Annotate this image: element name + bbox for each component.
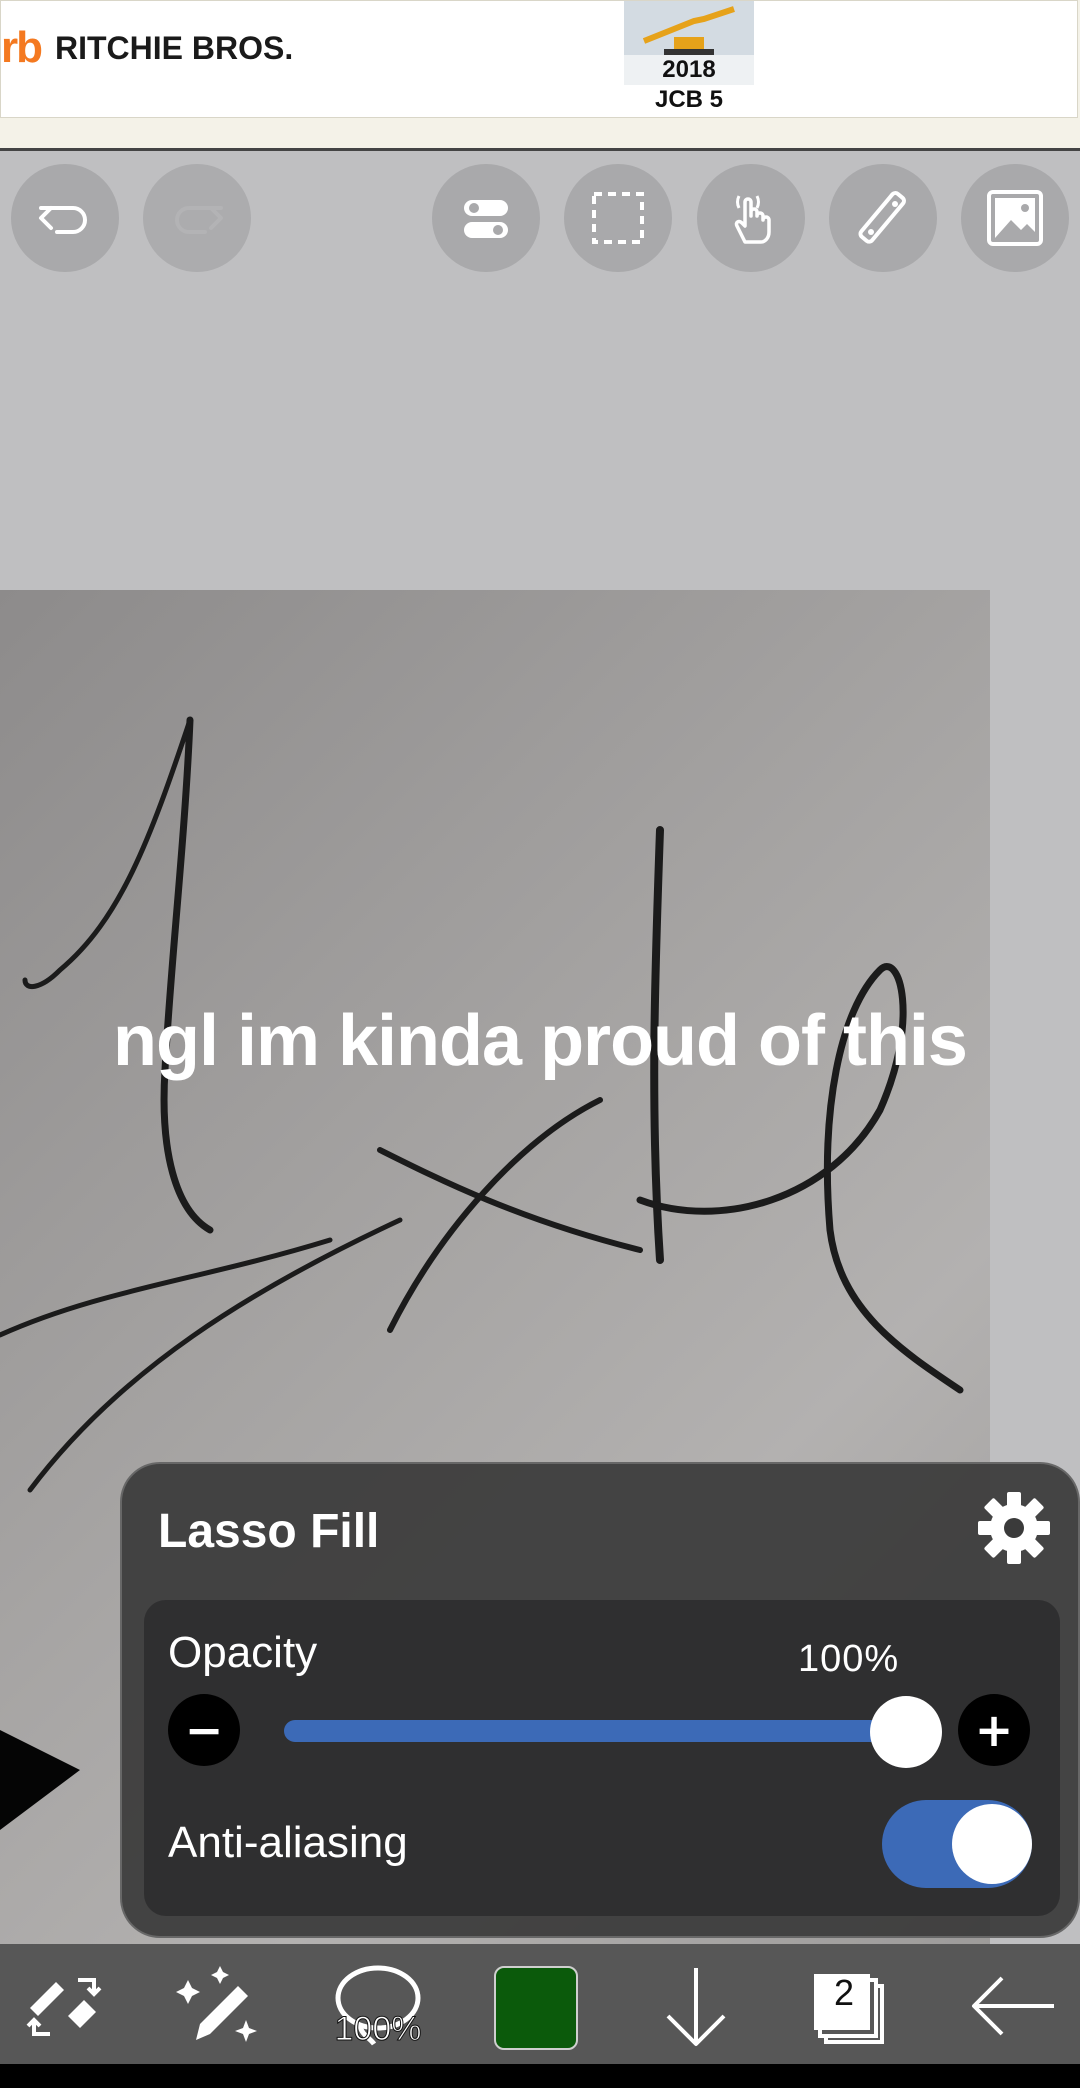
opacity-decrease-button[interactable]: −	[168, 1694, 240, 1766]
layer-count: 2	[833, 1972, 855, 2013]
ad-banner[interactable]: rb RITCHIE BROS. 2018 JCB 5	[0, 0, 1080, 118]
overlay-caption: ngl im kinda proud of this	[113, 1001, 968, 1081]
ad-item-year: 2018	[662, 56, 716, 83]
redo-icon	[175, 206, 223, 234]
gear-icon[interactable]	[974, 1488, 1054, 1568]
divider	[0, 148, 1080, 151]
ad-spacer	[0, 118, 1080, 148]
opacity-value: 100%	[798, 1638, 900, 1680]
ruler-button[interactable]	[829, 164, 937, 272]
brand-mark: rb	[1, 23, 43, 72]
bottom-toolbar: 100% 2	[0, 1944, 1080, 2064]
anti-aliasing-toggle[interactable]	[882, 1800, 1032, 1888]
lasso-fill-panel: Lasso Fill Opacity 100% − + Anti-aliasin…	[120, 1462, 1080, 1938]
brush-eraser-swap-icon	[26, 1978, 102, 2036]
arrow-down-icon	[666, 1968, 726, 2046]
opacity-slider[interactable]	[284, 1720, 914, 1742]
download-button[interactable]	[648, 1958, 744, 2054]
ritchie-bros-logo: rb RITCHIE BROS.	[1, 23, 293, 73]
undo-icon	[39, 206, 87, 234]
selection-button[interactable]	[564, 164, 672, 272]
ruler-icon	[858, 191, 906, 244]
magic-wand-pen-icon	[176, 1966, 257, 2042]
selection-icon	[592, 192, 644, 244]
ad-item-name: JCB 5	[654, 86, 724, 113]
image-icon	[987, 190, 1043, 246]
brush-size-value: 100%	[334, 2010, 422, 2049]
panel-settings: Opacity 100% − + Anti-aliasing	[144, 1600, 1060, 1916]
tool-switch-button[interactable]	[16, 1958, 112, 2054]
opacity-increase-button[interactable]: +	[958, 1694, 1030, 1766]
ad-content[interactable]: rb RITCHIE BROS. 2018 JCB 5	[0, 0, 1078, 118]
ad-product-label: 2018 JCB 5	[624, 55, 754, 115]
anti-aliasing-label: Anti-aliasing	[168, 1818, 408, 1867]
settings-toggle-button[interactable]	[432, 164, 540, 272]
opacity-label: Opacity	[168, 1628, 318, 1677]
toggle-knob	[952, 1804, 1032, 1884]
system-nav-bar	[0, 2064, 1080, 2088]
touch-mode-button[interactable]	[697, 164, 805, 272]
color-picker-swatch[interactable]	[494, 1966, 578, 2050]
back-button[interactable]	[964, 1958, 1060, 2054]
brand-name: RITCHIE BROS.	[55, 29, 294, 66]
hand-touch-icon	[734, 195, 771, 244]
magic-pen-button[interactable]	[170, 1958, 266, 2054]
redo-button[interactable]	[143, 164, 251, 272]
undo-button[interactable]	[11, 164, 119, 272]
toggle-settings-icon	[464, 200, 508, 238]
opacity-slider-thumb[interactable]	[870, 1696, 942, 1768]
panel-title: Lasso Fill	[158, 1505, 380, 1558]
arrow-left-icon	[972, 1976, 1054, 2036]
image-button[interactable]	[961, 164, 1069, 272]
